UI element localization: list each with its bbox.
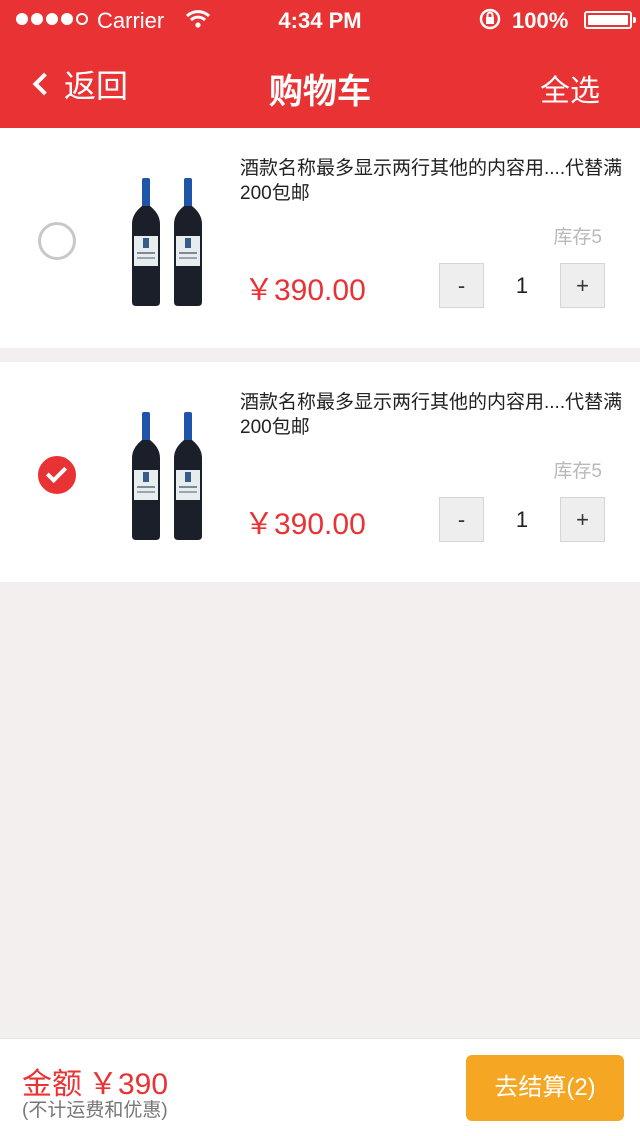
item-name[interactable]: 酒款名称最多显示两行其他的内容用....代替满200包邮 xyxy=(240,390,630,440)
status-bar: Carrier 4:34 PM 100% xyxy=(0,0,640,40)
checkout-button[interactable]: 去结算(2) xyxy=(466,1055,624,1121)
quantity-value: 1 xyxy=(515,273,529,298)
item-price: ￥390.00 xyxy=(244,508,366,541)
item-name[interactable]: 酒款名称最多显示两行其他的内容用....代替满200包邮 xyxy=(240,156,630,206)
quantity-stepper: - 1 + xyxy=(439,263,605,308)
checkmark-icon xyxy=(45,461,68,484)
battery-icon xyxy=(584,11,636,29)
quantity-stepper: - 1 + xyxy=(439,497,605,542)
nav-bar: 返回 购物车 全选 xyxy=(0,40,640,128)
increase-quantity-button[interactable]: + xyxy=(560,263,605,308)
cart-item: 酒款名称最多显示两行其他的内容用....代替满200包邮 库存5 ￥390.00… xyxy=(0,362,640,582)
decrease-quantity-button[interactable]: - xyxy=(439,497,484,542)
wine-bottles-image xyxy=(132,178,202,306)
header: Carrier 4:34 PM 100% 返回 购物车 全选 xyxy=(0,0,640,128)
item-checkbox[interactable] xyxy=(38,222,76,260)
cart-item: 酒款名称最多显示两行其他的内容用....代替满200包邮 库存5 ￥390.00… xyxy=(0,128,640,348)
item-stock: 库存5 xyxy=(553,461,602,482)
item-stock: 库存5 xyxy=(553,227,602,248)
decrease-quantity-button[interactable]: - xyxy=(439,263,484,308)
shipping-note: (不计运费和优惠) xyxy=(22,1100,168,1121)
cart-list: 酒款名称最多显示两行其他的内容用....代替满200包邮 库存5 ￥390.00… xyxy=(0,128,640,582)
select-all-button[interactable]: 全选 xyxy=(540,66,600,110)
cart-screen: Carrier 4:34 PM 100% 返回 购物车 全选 酒款名称最多显示两… xyxy=(0,0,640,1136)
increase-quantity-button[interactable]: + xyxy=(560,497,605,542)
quantity-value: 1 xyxy=(515,507,529,532)
battery-percent: 100% xyxy=(512,8,569,33)
wine-bottles-image xyxy=(132,412,202,540)
item-divider xyxy=(0,348,640,362)
item-checkbox-checked[interactable] xyxy=(38,456,76,494)
rotation-lock-icon xyxy=(478,7,502,37)
item-price: ￥390.00 xyxy=(244,274,366,307)
cart-footer: 金额 ￥390 (不计运费和优惠) 去结算(2) xyxy=(0,1038,640,1136)
